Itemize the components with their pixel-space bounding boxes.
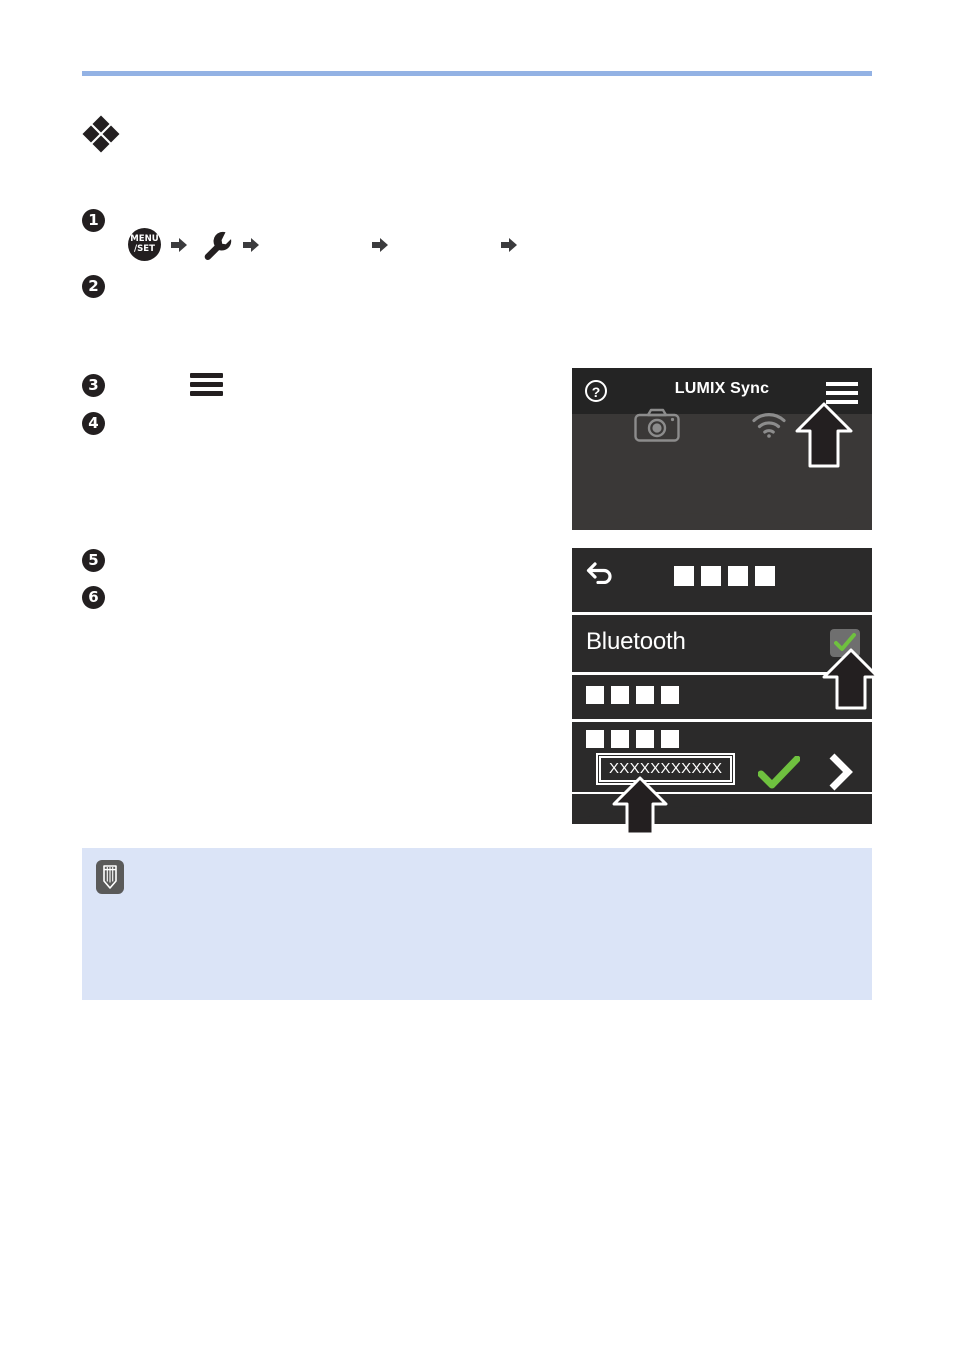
manual-page: 1 2 3 4 5 6 MENU /SET ? LUMIX Sync Bluet… [0,0,954,1345]
header-rule [82,71,872,76]
arrow-right-icon-2 [242,236,260,254]
arrow-right-icon-1 [170,236,188,254]
bluetooth-settings-screenshot: Bluetooth XXXXXXXXXXX [572,548,880,836]
step-number-1: 1 [82,209,105,232]
wifi-icon [752,412,786,438]
up-arrow-callout-checkbox [821,648,881,710]
chevron-right-icon[interactable] [826,752,854,792]
step-number-4: 4 [82,412,105,435]
bluetooth-row-label: Bluetooth [586,628,686,655]
pencil-note-icon [96,860,124,894]
arrow-right-icon-3 [371,236,389,254]
hamburger-menu-icon[interactable] [826,382,858,404]
redacted-title-blocks [674,566,775,586]
diamond-cluster-icon [82,115,120,153]
hamburger-menu-icon-inline [190,372,223,398]
up-arrow-callout-device-name [611,776,669,836]
step-number-6: 6 [82,586,105,609]
device-row-blocks [586,730,679,748]
arrow-right-icon-4 [500,236,518,254]
torn-edge [572,500,872,530]
step-number-5: 5 [82,549,105,572]
paired-check-icon [757,755,801,790]
menu-set-line-1: MENU [130,234,159,244]
lumix-sync-home-screenshot: ? LUMIX Sync [572,368,872,530]
back-arrow-icon[interactable] [586,562,614,585]
step-number-2: 2 [82,275,105,298]
camera-icon [634,408,680,442]
step-number-3: 3 [82,374,105,397]
note-box [82,848,872,1000]
menu-set-button-icon: MENU /SET [128,228,161,261]
redacted-row-blocks [586,686,679,704]
menu-set-line-2: /SET [134,244,155,254]
wrench-setup-icon [202,230,232,262]
up-arrow-callout-menu [794,402,854,468]
